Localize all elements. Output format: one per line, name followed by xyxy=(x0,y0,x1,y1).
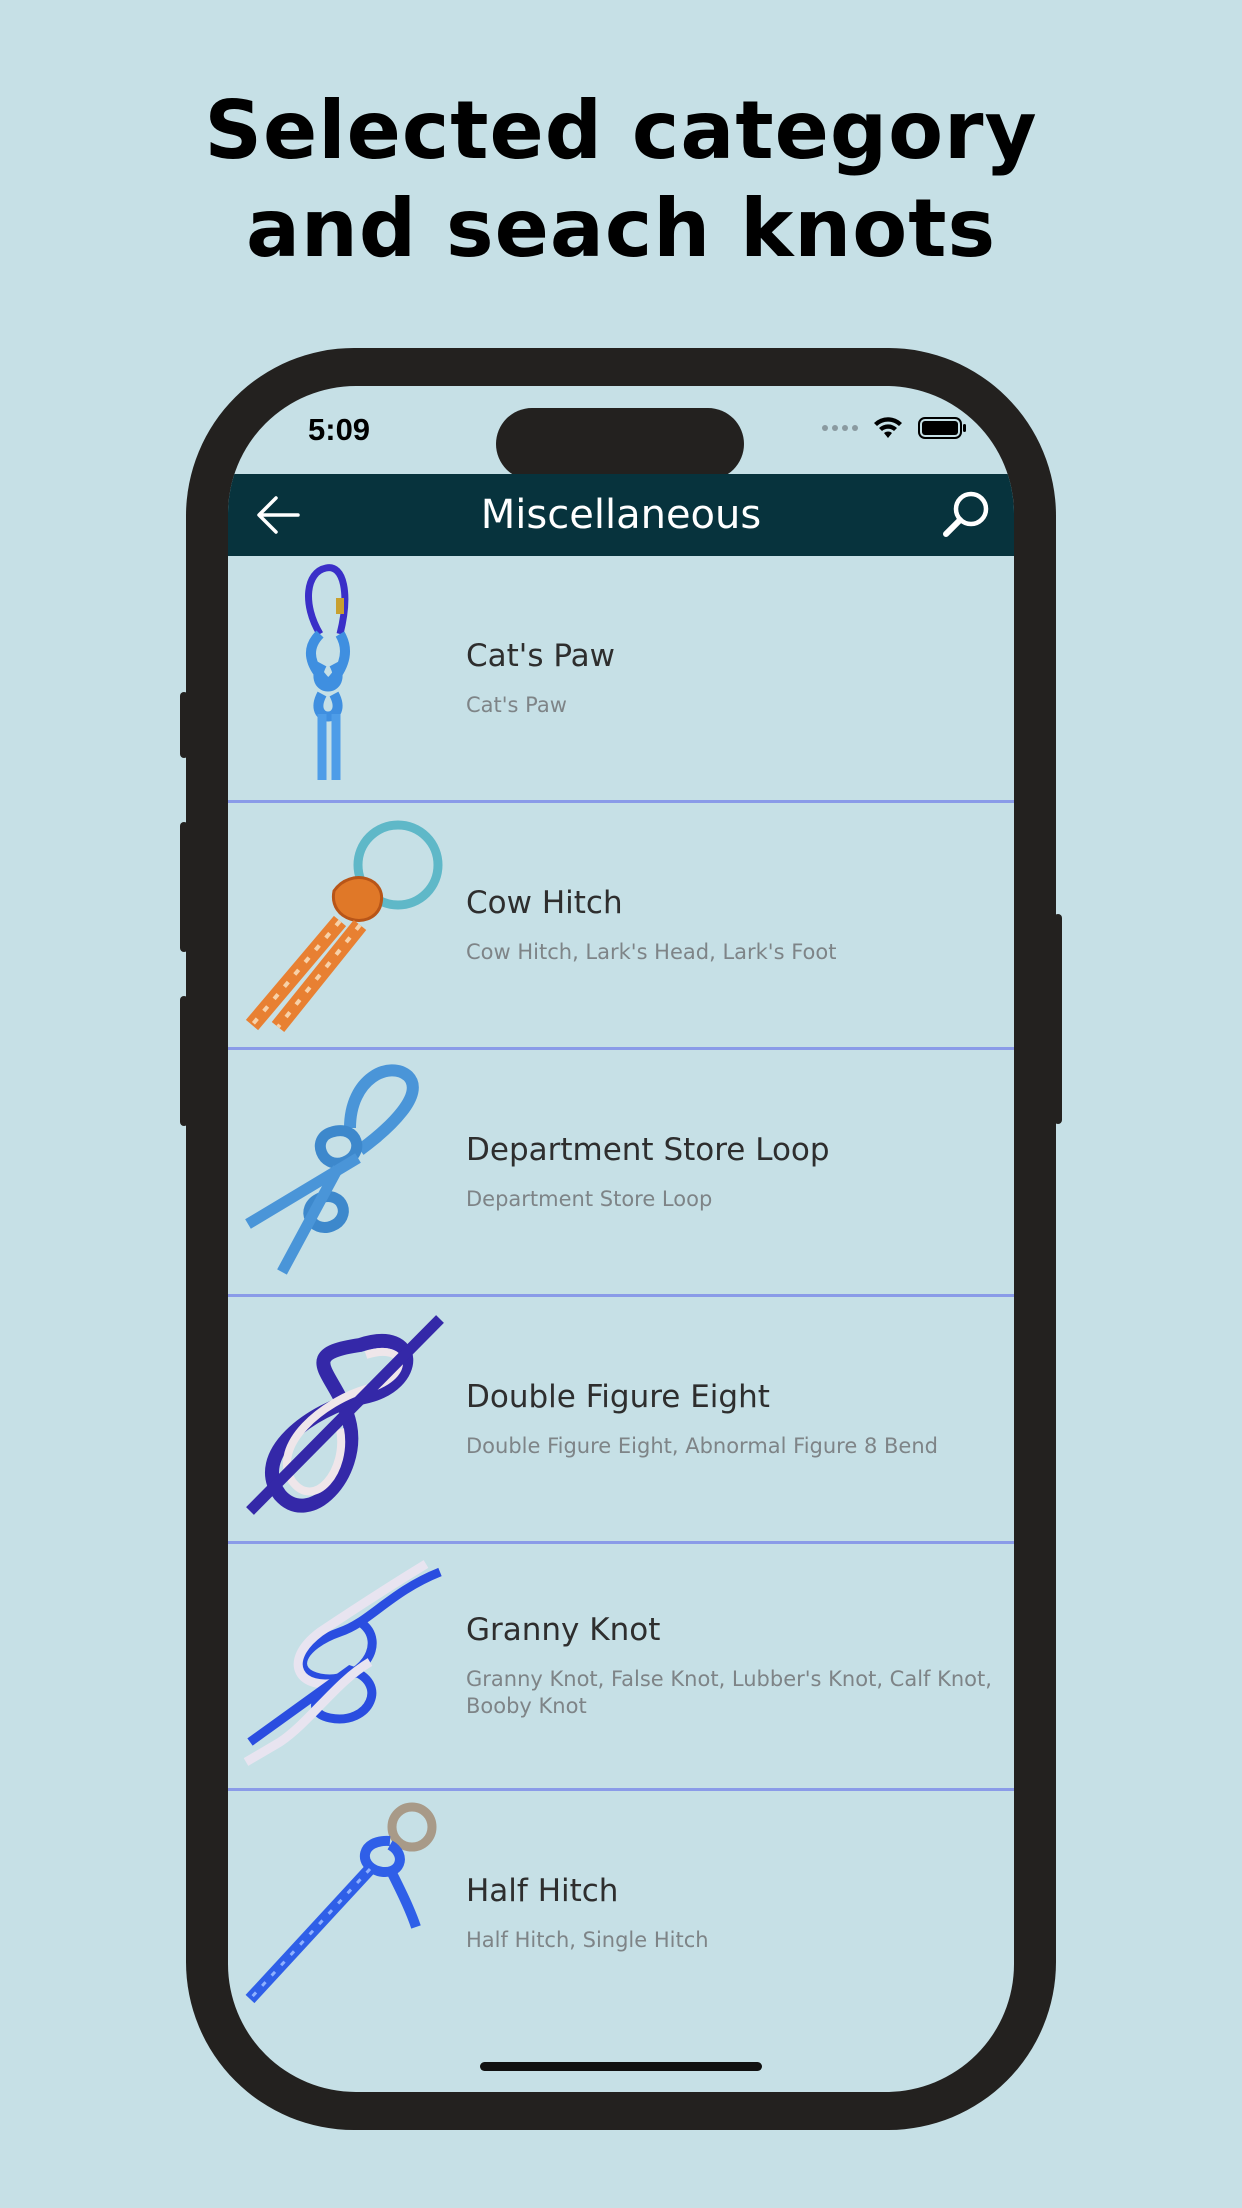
knot-title: Granny Knot xyxy=(466,1612,661,1648)
list-item[interactable]: Half Hitch Half Hitch, Single Hitch xyxy=(228,1791,1014,2035)
search-icon xyxy=(943,491,989,537)
list-item-text: Half Hitch Half Hitch, Single Hitch xyxy=(466,1791,996,2035)
knot-aliases: Cow Hitch, Lark's Head, Lark's Foot xyxy=(466,939,837,964)
promo-line-1: Selected category xyxy=(204,84,1038,177)
silent-switch xyxy=(180,692,188,758)
knot-title: Cat's Paw xyxy=(466,637,615,674)
list-item[interactable]: Department Store Loop Department Store L… xyxy=(228,1050,1014,1297)
promo-line-2: and seach knots xyxy=(245,182,997,275)
department-store-loop-knot-icon xyxy=(245,1064,419,1275)
knot-title: Department Store Loop xyxy=(466,1131,830,1168)
list-item-text: Cat's Paw Cat's Paw xyxy=(466,556,996,800)
double-figure-eight-knot-icon xyxy=(246,1315,444,1515)
knot-aliases: Granny Knot, False Knot, Lubber's Knot, … xyxy=(466,1667,992,1718)
list-item-text: Department Store Loop Department Store L… xyxy=(466,1050,996,1294)
back-button[interactable] xyxy=(254,492,302,538)
wifi-icon xyxy=(874,417,902,438)
cats-paw-knot-icon xyxy=(305,564,350,780)
search-button[interactable] xyxy=(940,488,992,540)
cow-hitch-knot-icon xyxy=(245,820,443,1033)
list-item[interactable]: Cow Hitch Cow Hitch, Lark's Head, Lark's… xyxy=(228,803,1014,1050)
granny-knot-icon xyxy=(243,1560,442,1766)
status-time: 5:09 xyxy=(308,412,371,447)
arrow-left-icon xyxy=(257,496,300,534)
status-icons xyxy=(822,416,968,440)
knot-aliases: Cat's Paw xyxy=(466,692,567,717)
volume-down-button xyxy=(180,996,188,1126)
page-title: Miscellaneous xyxy=(480,492,762,538)
cellular-signal-icon xyxy=(822,425,858,431)
home-indicator[interactable] xyxy=(480,2062,762,2071)
volume-up-button xyxy=(180,822,188,952)
phone-screen: 5:09 Miscellaneous Cat's Paw Cat's Paw C… xyxy=(228,386,1014,2092)
knot-aliases: Double Figure Eight, Abnormal Figure 8 B… xyxy=(466,1433,938,1458)
knot-title: Half Hitch xyxy=(466,1872,619,1909)
status-bar: 5:09 xyxy=(228,386,1014,480)
power-button xyxy=(1054,914,1062,1124)
promo-headline: Selected category and seach knots xyxy=(0,82,1242,278)
battery-icon xyxy=(918,417,966,439)
half-hitch-knot-icon xyxy=(245,1802,437,2004)
knot-aliases: Half Hitch, Single Hitch xyxy=(466,1927,709,1952)
list-item[interactable]: Cat's Paw Cat's Paw xyxy=(228,556,1014,803)
app-bar: Miscellaneous xyxy=(228,474,1014,556)
list-item[interactable]: Double Figure Eight Double Figure Eight,… xyxy=(228,1297,1014,1544)
list-item[interactable]: Granny Knot Granny Knot, False Knot, Lub… xyxy=(228,1544,1014,1791)
knot-list: Cat's Paw Cat's Paw Cow Hitch Cow Hitch,… xyxy=(228,556,1014,2035)
phone-frame: 5:09 Miscellaneous Cat's Paw Cat's Paw C… xyxy=(180,348,1062,2130)
knot-title: Cow Hitch xyxy=(466,884,623,921)
list-item-text: Cow Hitch Cow Hitch, Lark's Head, Lark's… xyxy=(466,803,996,1047)
dynamic-island xyxy=(496,408,744,480)
list-item-text: Double Figure Eight Double Figure Eight,… xyxy=(466,1297,996,1541)
knot-title: Double Figure Eight xyxy=(466,1378,770,1415)
list-item-text: Granny Knot Granny Knot, False Knot, Lub… xyxy=(466,1544,996,1788)
knot-aliases: Department Store Loop xyxy=(466,1186,713,1211)
